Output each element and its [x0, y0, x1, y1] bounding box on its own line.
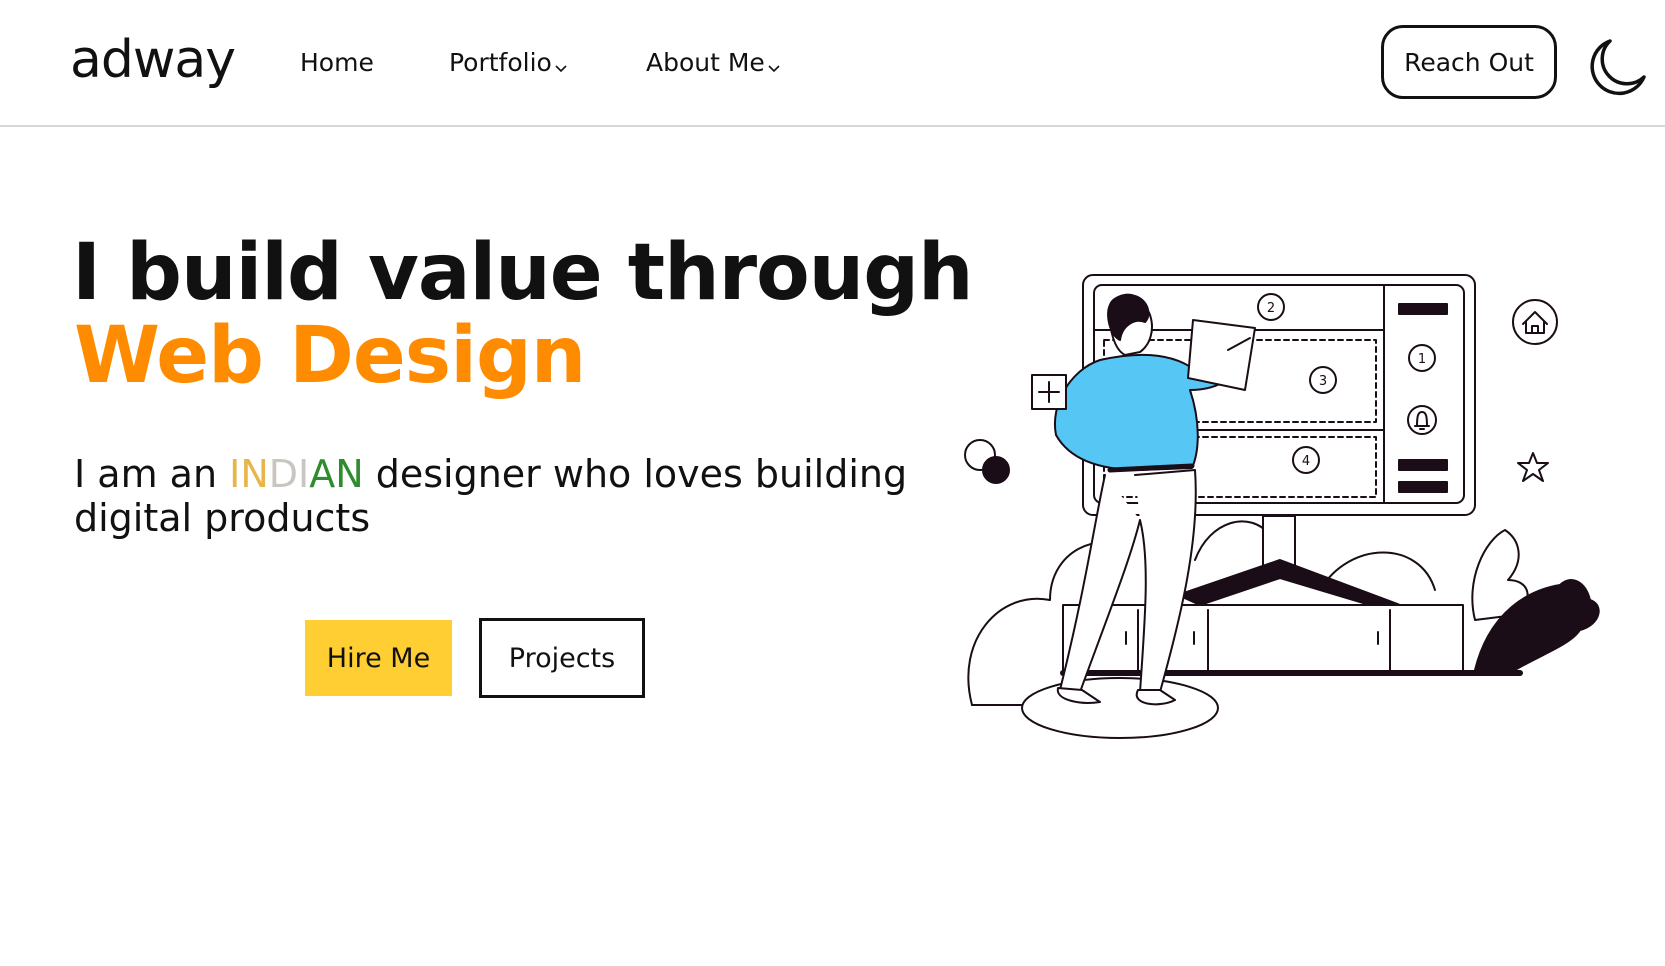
board-label-4: 4 — [1302, 454, 1310, 469]
top-navbar: adway Home Portfolio About Me Reach Out — [0, 0, 1665, 127]
plus-icon — [1031, 374, 1067, 410]
projects-label: Projects — [508, 642, 616, 674]
designer-illustration: 2 1 3 4 — [964, 274, 1600, 739]
board-label-1: 1 — [1418, 352, 1426, 367]
chevron-down-icon — [555, 50, 567, 79]
hero-title-accent: Web Design — [74, 311, 586, 401]
board-label-2: 2 — [1267, 301, 1275, 316]
nav-home-link[interactable]: Home — [300, 48, 374, 77]
home-icon — [1512, 299, 1558, 345]
reach-out-label: Reach Out — [1404, 47, 1534, 77]
nav-about-label: About Me — [646, 48, 765, 77]
nav-portfolio-dropdown[interactable]: Portfolio — [449, 48, 567, 79]
hire-me-button[interactable]: Hire Me — [305, 620, 452, 696]
tagline-prefix: I am an — [74, 452, 230, 496]
tagline-highlight-saffron: IN — [229, 452, 269, 496]
nav-home-label: Home — [300, 48, 374, 77]
bell-icon — [1407, 405, 1437, 435]
theme-toggle-button[interactable] — [1586, 36, 1648, 98]
nav-portfolio-label: Portfolio — [449, 48, 552, 77]
nav-about-dropdown[interactable]: About Me — [646, 48, 780, 79]
reach-out-button[interactable]: Reach Out — [1381, 25, 1557, 99]
board-label-3: 3 — [1319, 374, 1327, 389]
brand-logo[interactable]: adway — [70, 30, 236, 90]
leaf-icon — [1471, 529, 1600, 671]
projects-button[interactable]: Projects — [479, 618, 645, 698]
moon-icon — [1590, 39, 1646, 96]
tagline-highlight-green: AN — [309, 452, 364, 496]
hero-tagline: I am an INDIAN designer who loves buildi… — [74, 452, 954, 540]
hero-title: I build value through — [72, 228, 974, 318]
hire-me-label: Hire Me — [326, 642, 431, 674]
tagline-highlight-white: DI — [268, 452, 310, 496]
circles-decor — [964, 439, 1010, 484]
chevron-down-icon — [768, 50, 780, 79]
star-icon — [1517, 452, 1549, 482]
